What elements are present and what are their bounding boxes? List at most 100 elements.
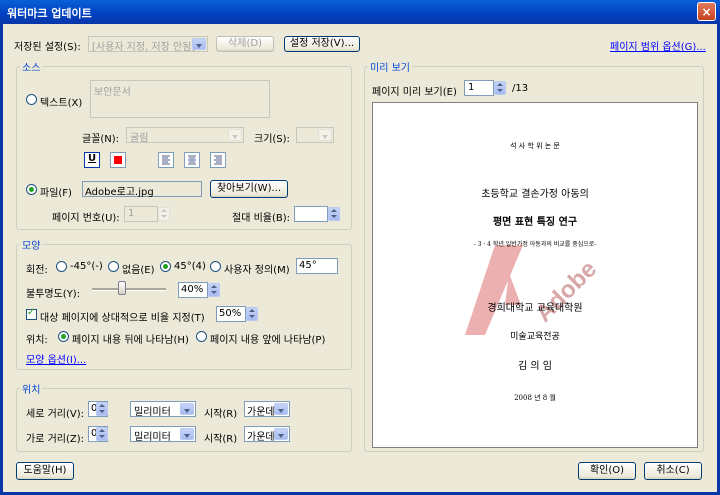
text-radio-label: 텍스트(X): [40, 98, 83, 109]
align-left-button[interactable]: [158, 152, 174, 168]
horizontal-unit-dropdown[interactable]: 밀리미터: [130, 426, 196, 443]
page-number-field[interactable]: 1: [124, 206, 158, 222]
doc-line-1: 석 사 학 위 논 문: [510, 142, 560, 150]
window-title: 워터마크 업데이트: [7, 7, 92, 20]
text-watermark-area[interactable]: 보안문서: [90, 80, 270, 118]
saved-settings-value: [사용자 지정, 저장 안됨]: [92, 42, 196, 53]
ok-button[interactable]: 확인(O): [578, 462, 636, 480]
position-group-title: 위치: [20, 381, 43, 396]
rotation-label: 회전:: [26, 265, 48, 276]
abs-scale-spinner[interactable]: [328, 207, 340, 221]
preview-page-field[interactable]: 1: [464, 80, 494, 96]
close-button[interactable]: ×: [697, 2, 716, 21]
rot-minus45-radio[interactable]: [56, 261, 67, 272]
doc-line-6: 미술교육전공: [510, 332, 560, 342]
save-settings-button[interactable]: 설정 저장(V)...: [284, 36, 360, 52]
align-right-icon: [214, 155, 222, 165]
saved-settings-dropdown[interactable]: [사용자 지정, 저장 안됨]: [88, 36, 208, 53]
preview-document: Adobe 석 사 학 위 논 문 초등학교 결손가정 아동의 평면 표현 특징…: [372, 102, 698, 448]
page-number-value: 1: [128, 208, 135, 219]
doc-line-7: 김 의 임: [518, 361, 552, 372]
vertical-unit-value: 밀리미터: [134, 407, 171, 418]
horizontal-from-dropdown[interactable]: 가운데: [244, 426, 290, 443]
rot-45-label: 45°(4): [174, 261, 206, 272]
relative-scale-field[interactable]: 50%: [216, 306, 246, 322]
horizontal-distance-label: 가로 거리(Z):: [26, 434, 85, 445]
page-number-label: 페이지 번호(U):: [52, 213, 120, 224]
size-label: 크기(S):: [254, 134, 290, 145]
vertical-distance-spinner[interactable]: [96, 402, 108, 416]
file-radio[interactable]: [26, 184, 37, 195]
abs-scale-label: 절대 비율(B):: [232, 213, 291, 224]
align-left-icon: [162, 155, 170, 165]
horizontal-from-value: 가운데: [247, 432, 275, 443]
rot-45-radio[interactable]: [160, 261, 171, 272]
align-center-icon: [188, 155, 196, 165]
delete-button[interactable]: 삭제(D): [216, 36, 274, 52]
preview-page-value: 1: [468, 82, 475, 93]
chevron-down-icon: [274, 403, 288, 415]
opacity-label: 불투명도(Y):: [26, 289, 81, 300]
chevron-down-icon: [274, 428, 288, 440]
preview-page-label: 페이지 미리 보기(E): [372, 87, 457, 98]
underline-button[interactable]: U: [84, 152, 100, 168]
behind-radio[interactable]: [58, 331, 69, 342]
relative-scale-value: 50%: [219, 308, 242, 319]
color-button[interactable]: [110, 152, 126, 168]
file-path-value: Adobe로고.jpg: [85, 187, 154, 198]
help-button[interactable]: 도움말(H): [16, 462, 74, 480]
preview-page-spinner[interactable]: [494, 81, 506, 95]
horizontal-distance-spinner[interactable]: [96, 427, 108, 441]
rot-custom-value: 45°: [299, 260, 317, 271]
cancel-button[interactable]: 취소(C): [644, 462, 702, 480]
vertical-from-value: 가운데: [247, 407, 275, 418]
doc-line-3: 평면 표현 특징 연구: [492, 217, 578, 228]
file-path-field[interactable]: Adobe로고.jpg: [82, 181, 202, 198]
appearance-options-link[interactable]: 모양 옵션(I)...: [26, 351, 86, 366]
browse-button[interactable]: 찾아보기(W)...: [210, 180, 288, 198]
align-center-button[interactable]: [184, 152, 200, 168]
opacity-slider-thumb[interactable]: [117, 281, 126, 295]
rot-custom-radio[interactable]: [210, 261, 221, 272]
chevron-down-icon: [180, 403, 194, 415]
horizontal-unit-value: 밀리미터: [134, 432, 171, 443]
abs-scale-field[interactable]: [294, 206, 328, 222]
behind-label: 페이지 내용 뒤에 나타남(H): [72, 335, 189, 346]
font-dropdown[interactable]: 굴림: [126, 127, 244, 144]
doc-line-5: 경희대학교 교육대학원: [487, 303, 583, 314]
front-radio[interactable]: [196, 331, 207, 342]
title-bar: [0, 0, 720, 24]
text-watermark-value: 보안문서: [94, 87, 131, 98]
vertical-distance-label: 세로 거리(V):: [26, 409, 84, 420]
relative-scale-checkbox[interactable]: [26, 307, 37, 320]
rot-custom-field[interactable]: 45°: [296, 258, 338, 274]
underline-icon: U: [88, 153, 97, 164]
opacity-spinner[interactable]: [208, 283, 220, 297]
chevron-down-icon: [228, 129, 242, 141]
page-number-spinner[interactable]: [158, 207, 170, 221]
relative-scale-label: 대상 페이지에 상대적으로 비율 지정(T): [40, 313, 205, 324]
location-label: 위치:: [26, 335, 48, 346]
doc-line-4: - 3 · 4 학년 일반가정 아동과의 비교를 중심으로-: [473, 241, 597, 248]
page-range-options-link[interactable]: 페이지 범위 옵션(G)...: [610, 38, 706, 53]
opacity-slider-track[interactable]: [92, 288, 166, 291]
source-group-title: 소스: [20, 59, 43, 74]
vertical-from-dropdown[interactable]: 가운데: [244, 401, 290, 418]
opacity-value: 40%: [181, 284, 204, 295]
relative-scale-spinner[interactable]: [246, 307, 258, 321]
rot-custom-label: 사용자 정의(M): [224, 265, 290, 276]
vertical-unit-dropdown[interactable]: 밀리미터: [130, 401, 196, 418]
rot-none-label: 없음(E): [122, 265, 155, 276]
file-radio-label: 파일(F): [40, 188, 72, 199]
opacity-field[interactable]: 40%: [178, 282, 208, 298]
text-radio[interactable]: [26, 94, 37, 105]
rot-none-radio[interactable]: [108, 261, 119, 272]
size-dropdown[interactable]: [296, 127, 334, 143]
chevron-down-icon: [180, 428, 194, 440]
doc-line-2: 초등학교 결손가정 아동의: [481, 189, 589, 200]
font-label: 글꼴(N):: [82, 134, 120, 145]
front-label: 페이지 내용 앞에 나타남(P): [210, 335, 326, 346]
vertical-from-label: 시작(R): [204, 409, 238, 420]
align-right-button[interactable]: [210, 152, 226, 168]
chevron-down-icon: [192, 38, 206, 50]
